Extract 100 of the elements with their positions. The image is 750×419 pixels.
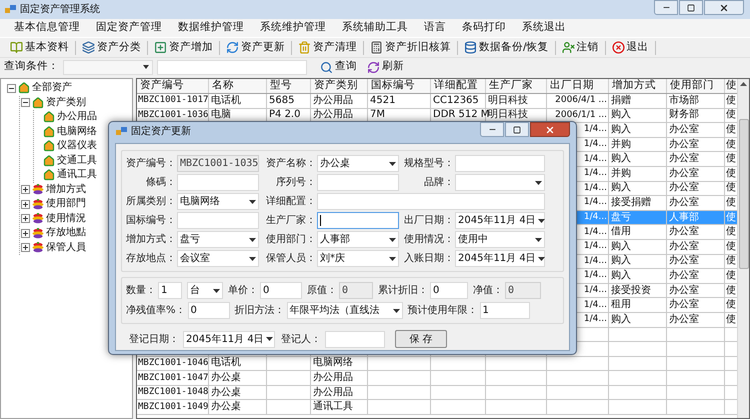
input-field[interactable]: 0 [188, 302, 230, 319]
expand-icon[interactable] [21, 200, 30, 209]
dropdown[interactable]: 电脑网络 [177, 193, 259, 210]
tree-item[interactable]: 保管人員 [46, 242, 86, 253]
menu-item[interactable]: 数据维护管理 [178, 20, 244, 36]
field-label: 资产名称： [265, 156, 316, 171]
table-cell: 办公室 [669, 168, 699, 179]
close-button[interactable] [530, 122, 570, 137]
tree-item[interactable]: 交通工具 [57, 156, 97, 166]
table-row[interactable]: MBZC1001-1017 电话机 5685 办公用品 4521 CC12365 明日科技 2006/4/1 ... 捐赠 市场部 使 [137, 94, 737, 109]
refresh-icon [226, 41, 239, 54]
table-cell: 接受捐赠 [611, 198, 651, 208]
save-button[interactable]: 保 存 [395, 330, 447, 348]
toolbar-button[interactable]: 数据备份/恢复 [462, 40, 551, 56]
column-header[interactable]: 生产厂家 [486, 79, 547, 93]
maximize-button[interactable] [679, 0, 703, 15]
dropdown[interactable]: 办公桌 [317, 155, 399, 172]
dropdown[interactable]: 年限平均法（直线法 [286, 302, 403, 319]
menu-item[interactable]: 条码打印 [462, 20, 506, 36]
expand-icon[interactable] [21, 214, 30, 224]
table-cell: 购入 [611, 314, 631, 325]
input-field[interactable]: 0 [430, 282, 468, 299]
tree-item[interactable]: 仪器仪表 [57, 141, 97, 152]
scrollbar[interactable] [737, 79, 749, 418]
table-row[interactable]: MBZC1001-1048 办公桌 办公用品 [137, 386, 737, 400]
refresh-button[interactable]: 刷新 [364, 59, 407, 75]
caret-icon [538, 218, 545, 222]
column-header[interactable]: 详细配置 [431, 79, 486, 93]
dropdown[interactable]: 会议室 [177, 250, 259, 267]
maximize-button[interactable] [505, 122, 529, 137]
column-header[interactable]: 资产类别 [311, 79, 368, 93]
menu-item[interactable]: 语言 [424, 20, 446, 36]
toolbar-button[interactable]: 资产清理 [296, 40, 359, 56]
tree-item[interactable]: 增加方式 [46, 184, 86, 195]
collapse-icon[interactable] [21, 98, 30, 108]
column-header[interactable]: 国标编号 [368, 79, 431, 93]
tree-item[interactable]: 电脑网络 [57, 126, 97, 137]
table-cell: 1/4... [584, 256, 607, 266]
close-button[interactable] [704, 0, 744, 15]
stack-icon [32, 213, 44, 224]
dropdown[interactable]: 盘亏 [177, 231, 259, 248]
table-cell: MBZC1001-1046 [138, 358, 208, 368]
tree-item[interactable]: 资产类别 [46, 98, 86, 108]
dropdown[interactable]: 台 [187, 282, 223, 299]
input-field[interactable] [317, 212, 399, 229]
dropdown[interactable]: 使用中 [455, 231, 545, 248]
column-header[interactable]: 型号 [267, 79, 311, 93]
table-cell: 使 [726, 227, 736, 238]
menu-item[interactable]: 基本信息管理 [14, 20, 80, 36]
field-label: 累计折旧： [378, 284, 428, 298]
field-label: 序列号： [275, 176, 316, 190]
toolbar-button[interactable]: 退出 [610, 40, 651, 56]
date-picker[interactable]: 2045年11月 4日 [183, 330, 275, 348]
house-icon [32, 96, 44, 109]
search-button[interactable]: 查询 [317, 59, 360, 75]
table-row[interactable]: MBZC1001-1046 电话机 电脑网络 [137, 356, 737, 372]
expand-icon[interactable] [21, 185, 30, 194]
tree-item[interactable]: 使用部門 [46, 199, 86, 210]
table-row[interactable]: MBZC1001-1049 办公桌 通讯工具 [137, 400, 737, 416]
tree-item[interactable]: 使用情況 [46, 214, 86, 224]
menu-item[interactable]: 系统维护管理 [260, 20, 326, 36]
tree-item[interactable]: 办公用品 [57, 112, 97, 122]
expand-icon[interactable] [21, 243, 30, 252]
table-row[interactable]: MBZC1001-1047 办公桌 办公用品 [137, 371, 737, 386]
column-header[interactable]: 出厂日期 [547, 79, 609, 93]
input-field[interactable]: 1 [158, 282, 182, 299]
input-field[interactable]: 1 [480, 302, 530, 319]
toolbar-button[interactable]: 资产折旧核算 [368, 40, 453, 56]
column-header[interactable]: 使用部门 [667, 79, 725, 93]
toolbar-button[interactable]: 注销 [560, 40, 601, 56]
date-picker[interactable]: 2045年11月 4日 [455, 212, 545, 229]
table-cell: 办公室 [669, 270, 699, 281]
menu-item[interactable]: 系统退出 [522, 20, 566, 36]
input-field[interactable]: 0 [260, 282, 302, 299]
tree-item[interactable]: 存放地點 [46, 228, 86, 238]
house-icon [43, 111, 55, 124]
tree-item[interactable]: 全部资产 [32, 83, 72, 94]
column-header[interactable]: 名称 [209, 79, 267, 93]
column-header[interactable]: 增加方式 [609, 79, 667, 93]
field-label: 生产厂家： [265, 214, 316, 228]
expand-icon[interactable] [21, 228, 30, 238]
column-header[interactable]: 资产编号 [137, 79, 209, 93]
search-field[interactable] [157, 60, 307, 74]
table-cell: 办公室 [669, 154, 699, 164]
table-cell: 使 [726, 198, 736, 208]
tree-item[interactable]: 通讯工具 [57, 170, 97, 180]
date-picker[interactable]: 2045年11月 4日 [455, 250, 545, 267]
toolbar-button[interactable]: 资产增加 [152, 40, 215, 56]
toolbar-button[interactable]: 资产分类 [80, 40, 143, 56]
dropdown[interactable]: 人事部 [317, 231, 399, 248]
toolbar-button[interactable]: 基本资料 [8, 40, 71, 56]
toolbar-button[interactable]: 资产更新 [224, 40, 287, 56]
dropdown[interactable]: 刘*庆 [317, 250, 399, 267]
collapse-icon[interactable] [7, 84, 16, 93]
scroll-thumb[interactable] [738, 119, 748, 269]
menu-item[interactable]: 系统辅助工具 [342, 20, 408, 36]
table-cell: MBZC1001-1049 [138, 402, 208, 412]
menu-item[interactable]: 固定资产管理 [96, 20, 162, 36]
close-icon [545, 124, 555, 134]
table-cell: 1/4... [584, 184, 607, 193]
